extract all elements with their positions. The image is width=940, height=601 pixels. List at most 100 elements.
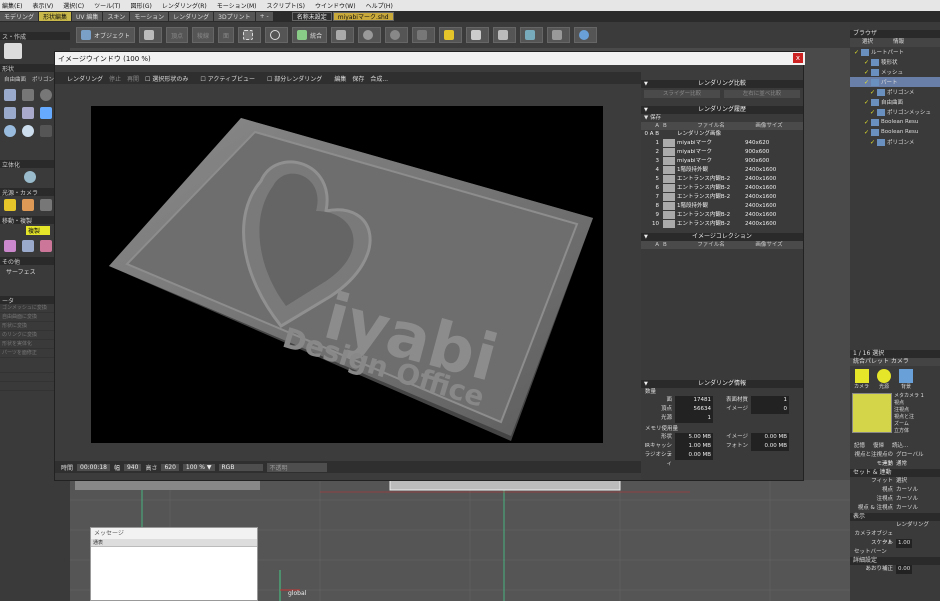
object-mode-button[interactable]: オブジェクト xyxy=(76,27,136,43)
browser-item[interactable]: ✓ パート xyxy=(850,77,940,87)
tab-rendering[interactable]: レンダリング xyxy=(169,12,214,21)
set-link-header[interactable]: セット & 連動 xyxy=(850,469,940,477)
detail-header[interactable]: 詳細設定 xyxy=(850,557,940,565)
tab-add-remove[interactable]: + - xyxy=(255,12,273,21)
image-window-titlebar[interactable]: イメージウインドウ (100 %) x xyxy=(55,52,805,65)
menu-view[interactable]: 表示(V) xyxy=(32,1,53,10)
browser-item[interactable]: ✓ ポリゴンメッシュ xyxy=(850,107,940,117)
radio-both[interactable]: 視点と注 xyxy=(894,414,924,421)
set-value[interactable]: カーソル xyxy=(896,486,918,495)
light-button[interactable] xyxy=(520,27,544,43)
history-row[interactable]: 6 エントランス内観B-2 2400x1600 xyxy=(641,184,803,193)
sphere-button[interactable] xyxy=(385,27,409,43)
doc-tab-untitled[interactable]: 名称未設定 xyxy=(291,12,332,21)
tab-uv-edit[interactable]: UV 編集 xyxy=(72,12,103,21)
tab-motion[interactable]: モーション xyxy=(130,12,169,21)
memory-button[interactable]: 記憶 xyxy=(854,441,865,449)
composite-button[interactable]: 合成... xyxy=(370,74,388,83)
browser-item[interactable]: ✓ Boolean Resu xyxy=(850,117,940,127)
menu-render[interactable]: レンダリング(R) xyxy=(162,1,207,10)
stop-btn[interactable]: 停止 xyxy=(109,74,121,83)
browser-item[interactable]: ✓ Boolean Resu xyxy=(850,127,940,137)
tab-shape-edit[interactable]: 形状編集 xyxy=(39,12,72,21)
history-header[interactable]: レンダリング履歴 xyxy=(641,106,803,114)
menu-edit[interactable]: 編集(E) xyxy=(2,1,22,10)
check-icon[interactable]: ✓ xyxy=(864,79,869,86)
history-row[interactable]: 10 エントランス内観B-2 2400x1600 xyxy=(641,220,803,229)
side-compare-button[interactable]: 左右に並べ比較 xyxy=(724,90,800,98)
history-row[interactable]: 0 A B レンダリング画像 xyxy=(641,130,803,139)
render-info-header[interactable]: レンダリング情報 xyxy=(641,380,803,388)
width-field[interactable]: 940 xyxy=(123,463,142,471)
history-row[interactable]: 5 エントランス内観B-2 2400x1600 xyxy=(641,175,803,184)
check-icon[interactable]: ✓ xyxy=(870,89,875,96)
close-button[interactable]: x xyxy=(793,53,803,63)
light-icon[interactable] xyxy=(22,199,34,211)
menu-select[interactable]: 選択(C) xyxy=(63,1,84,10)
check-icon[interactable]: ✓ xyxy=(870,109,875,116)
zoom-select[interactable]: 100 % ▼ xyxy=(182,463,215,471)
curve-tab[interactable]: 自由曲面 xyxy=(4,75,26,83)
polygon-tab[interactable]: ポリゴン xyxy=(32,75,54,83)
face-mode-button[interactable]: 面 xyxy=(218,27,235,43)
pen-icon[interactable] xyxy=(4,199,16,211)
scale-field[interactable]: 1.00 xyxy=(896,539,913,548)
history-row[interactable]: 4 1階段持外観 2400x1600 xyxy=(641,166,803,175)
set-value[interactable]: カーソル xyxy=(896,495,918,504)
pattern-icon[interactable] xyxy=(40,240,52,252)
revolve-icon[interactable] xyxy=(24,171,36,183)
partial-render-check[interactable]: ☐ 部分レンダリング xyxy=(267,74,328,83)
active-view-check[interactable]: ☐ アクティブビュー xyxy=(200,74,261,83)
edit-menu[interactable]: 編集 xyxy=(334,74,346,83)
set-value[interactable]: 選択 xyxy=(896,477,907,486)
camera-tool-icon[interactable] xyxy=(40,199,52,211)
browser-item[interactable]: ✓ ポリゴンメ xyxy=(850,137,940,147)
render-btn[interactable]: レンダリング xyxy=(67,74,103,83)
render-check[interactable]: レンダリング xyxy=(896,521,929,530)
menu-motion[interactable]: モーション(M) xyxy=(217,1,257,10)
mirror-icon[interactable] xyxy=(4,240,16,252)
browser-item[interactable]: ✓ 自由曲面 xyxy=(850,97,940,107)
cylinder-icon[interactable] xyxy=(4,107,16,119)
rect-icon[interactable] xyxy=(22,89,34,101)
history-row[interactable]: 3 miyabiマーク 900x600 xyxy=(641,157,803,166)
edit-icon[interactable] xyxy=(4,43,22,59)
menu-help[interactable]: ヘルプ(H) xyxy=(366,1,393,10)
check-icon[interactable]: ✓ xyxy=(864,99,869,106)
check-icon[interactable]: ✓ xyxy=(870,139,875,146)
rotate-button[interactable] xyxy=(265,27,289,43)
set-row[interactable]: 注視点 カーソル xyxy=(850,495,940,504)
move-tool-button[interactable] xyxy=(331,27,355,43)
browser-item[interactable]: ✓ ルートパート xyxy=(850,47,940,57)
check-icon[interactable]: ✓ xyxy=(864,59,869,66)
background-tab[interactable]: 背景 xyxy=(899,369,914,390)
sphere-shape-icon[interactable] xyxy=(4,125,16,137)
check-icon[interactable]: ✓ xyxy=(854,49,859,56)
browser-item[interactable]: ✓ 稜形状 xyxy=(850,57,940,67)
browser-item[interactable]: ✓ メッシュ xyxy=(850,67,940,77)
circle-icon[interactable] xyxy=(40,89,52,101)
pyramid-icon[interactable] xyxy=(40,107,52,119)
table-button[interactable] xyxy=(466,27,490,43)
box-icon[interactable] xyxy=(4,89,16,101)
doc-tab-miyabi[interactable]: miyabiマーク.shd xyxy=(332,12,394,21)
history-row[interactable]: 9 エントランス内観B-2 2400x1600 xyxy=(641,211,803,220)
vertex-mode-button[interactable]: 頂点 xyxy=(166,27,189,43)
check-icon[interactable]: ✓ xyxy=(864,119,869,126)
tab-skin[interactable]: スキン xyxy=(103,12,130,21)
display-header[interactable]: 表示 xyxy=(850,513,940,521)
check-icon[interactable]: ✓ xyxy=(864,69,869,76)
render-button[interactable] xyxy=(574,27,598,43)
array-icon[interactable] xyxy=(22,240,34,252)
torus-icon[interactable] xyxy=(22,125,34,137)
radio-cube[interactable]: 立方体 xyxy=(894,428,924,435)
saved-toggle[interactable]: ▼ 保存 xyxy=(641,114,803,122)
history-row[interactable]: 7 エントランス内観B-2 2400x1600 xyxy=(641,193,803,202)
load-button[interactable]: 読込... xyxy=(892,441,908,449)
mode-value[interactable]: 通常 xyxy=(896,460,907,469)
history-row[interactable]: 8 1階段持外観 2400x1600 xyxy=(641,202,803,211)
restore-button[interactable]: 復帰 xyxy=(873,441,884,449)
palette-tabs[interactable]: 統合パレット カメラ xyxy=(850,358,940,366)
radio-eye[interactable]: 視点 xyxy=(894,400,924,407)
disc-icon[interactable] xyxy=(40,125,52,137)
